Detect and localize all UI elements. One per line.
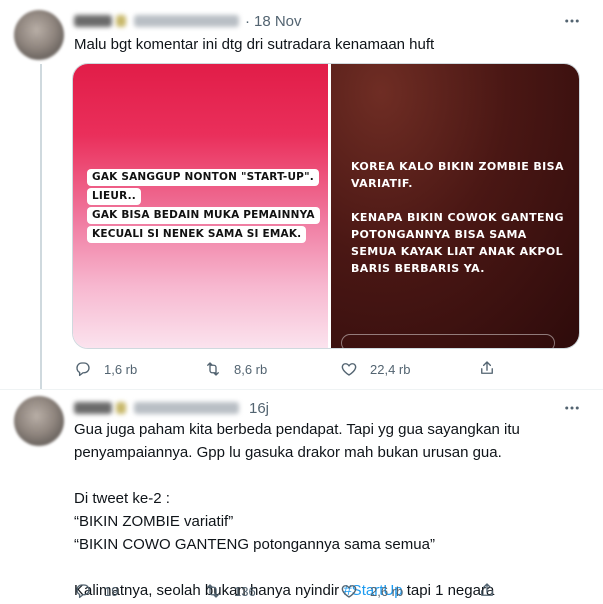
reply-button[interactable]: 1,6 rb [74,360,137,378]
caption-line: LIEUR.. [87,188,141,205]
tweet-text-line: Gua juga paham kita berbeda pendapat. Ta… [74,421,520,438]
retweet-count: 8,6 rb [234,361,268,377]
like-count: 22,4 rb [370,361,411,377]
caption-line: KOREA KALO BIKIN ZOMBIE BISA [351,160,564,173]
tweet-text-line: “BIKIN ZOMBIE variatif” [74,513,234,530]
like-button[interactable]: 22,4 rb [340,360,410,378]
reply-icon [76,362,90,377]
avatar[interactable] [14,396,64,446]
thread-line [40,64,42,390]
tweet-text-line: Di tweet ke-2 : [74,490,170,507]
handle-redacted[interactable] [134,15,239,27]
tweet-text-line: Kalimatnya, seolah bukan hanya nyindir #… [74,579,574,602]
display-name-redacted[interactable] [74,402,112,414]
caption-line: VARIATIF. [351,177,413,190]
tweet-text: Gua juga paham kita berbeda pendapat. Ta… [74,418,574,602]
timestamp[interactable]: 18 Nov [254,13,302,30]
share-button[interactable] [478,581,496,602]
name-emoji-redacted [116,402,126,414]
avatar[interactable] [14,10,64,60]
like-count: 2,6 rb [370,583,404,599]
retweet-count: 136 [234,583,256,599]
tweet-text: Malu bgt komentar ini dtg dri sutradara … [74,33,574,56]
share-icon [481,582,493,596]
share-button[interactable] [478,359,496,380]
tweet-header: · 18 Nov [74,11,302,31]
tweet-text-line: penyampaiannya. Gpp lu gasuka drakor mah… [74,444,502,461]
like-icon [341,363,357,376]
separator-dot: · [245,12,250,30]
tweet-text-line: “BIKIN COWO GANTENG potongannya sama sem… [74,536,435,553]
caption-line: GAK SANGGUP NONTON "START-UP". [87,169,319,186]
tweet-header: 16j [74,398,269,418]
caption-line: BARIS BERBARIS YA. [351,262,485,275]
caption-line: SEMUA KAYAK LIAT ANAK AKPOL [351,245,564,258]
handle-redacted[interactable] [134,402,239,414]
media-image-left[interactable]: GAK SANGGUP NONTON "START-UP". LIEUR.. G… [73,64,328,348]
like-button[interactable]: 2,6 rb [340,582,403,600]
media-grid[interactable]: GAK SANGGUP NONTON "START-UP". LIEUR.. G… [72,63,580,349]
retweet-icon [207,584,219,598]
media-image-right[interactable]: KOREA KALO BIKIN ZOMBIE BISA VARIATIF. K… [331,64,579,348]
display-name-redacted[interactable] [74,15,112,27]
image-caption-stickers: GAK SANGGUP NONTON "START-UP". LIEUR.. G… [87,167,320,243]
caption-line: GAK BISA BEDAIN MUKA PEMAINNYA [87,207,320,224]
more-icon[interactable] [563,12,581,30]
reply-button[interactable]: 19 [74,582,118,600]
share-icon [481,360,493,374]
retweet-button[interactable]: 8,6 rb [204,360,267,378]
name-emoji-redacted [116,15,126,27]
reply-count: 1,6 rb [104,361,138,377]
like-icon [341,585,357,598]
timestamp[interactable]: 16j [249,400,269,417]
story-reply-bar [341,334,555,348]
more-icon[interactable] [563,399,581,417]
caption-line: KENAPA BIKIN COWOK GANTENG [351,211,564,224]
retweet-icon [207,362,219,376]
tweet-text-line: Malu bgt komentar ini dtg dri sutradara … [74,36,435,53]
caption-line: KECUALI SI NENEK SAMA SI EMAK. [87,226,307,243]
tweet-divider [0,389,603,390]
caption-line: POTONGANNYA BISA SAMA [351,228,527,241]
reply-count: 19 [104,583,119,599]
image-caption-text: KOREA KALO BIKIN ZOMBIE BISA VARIATIF. K… [351,158,571,277]
reply-icon [76,584,90,599]
retweet-button[interactable]: 136 [204,582,256,600]
